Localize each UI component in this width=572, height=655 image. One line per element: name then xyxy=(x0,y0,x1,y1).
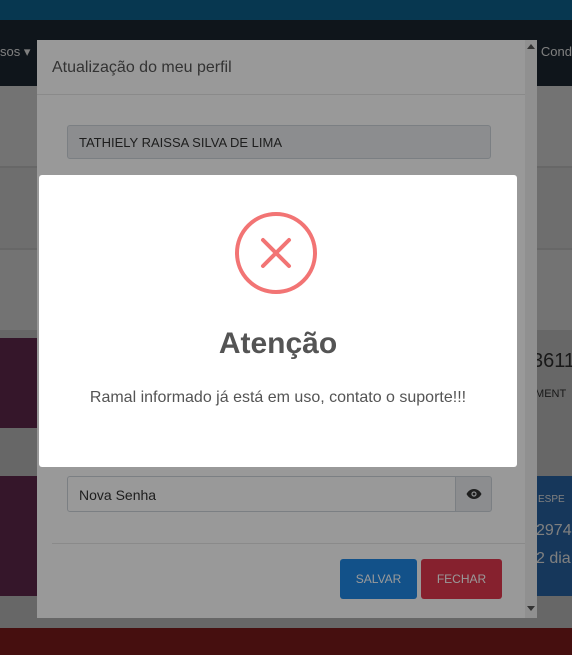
alert-dialog: Atenção Ramal informado já está em uso, … xyxy=(39,175,517,467)
alert-message: Ramal informado já está em uso, contato … xyxy=(89,389,467,406)
error-x-icon xyxy=(235,212,317,294)
alert-title: Atenção xyxy=(218,327,338,360)
